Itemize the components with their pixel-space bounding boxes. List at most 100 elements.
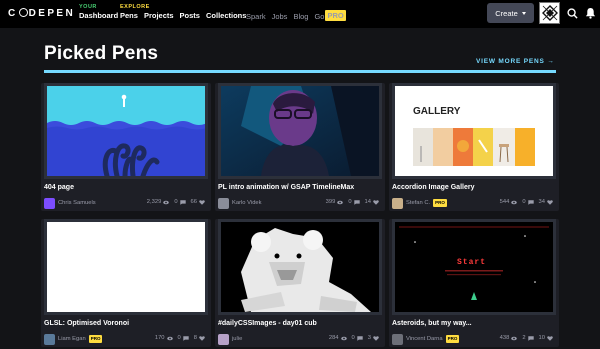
comment-icon[interactable] xyxy=(353,199,360,205)
eye-icon xyxy=(511,336,518,340)
hearts-count: 3 xyxy=(367,335,371,341)
pen-thumbnail[interactable] xyxy=(44,83,208,179)
nav-go-label: Go xyxy=(314,12,325,21)
nav-pens[interactable]: Pens xyxy=(120,11,138,21)
author-avatar[interactable] xyxy=(44,197,55,209)
create-label: Create xyxy=(495,8,518,18)
hearts-count: 10 xyxy=(538,335,545,341)
asteroids-game-icon xyxy=(399,226,549,300)
comments-count: 0 xyxy=(177,335,181,341)
pen-meta: Chris Samuels 2,329 0 66 xyxy=(44,197,208,209)
pen-stats: 2,329 0 66 xyxy=(147,199,208,205)
comments-count: 0 xyxy=(522,199,526,205)
pen-thumbnail[interactable] xyxy=(44,219,208,315)
user-avatar[interactable] xyxy=(539,2,560,24)
create-button[interactable]: Create xyxy=(487,3,534,23)
author-avatar[interactable] xyxy=(218,197,229,209)
hearts-count: 8 xyxy=(193,335,197,341)
pen-stats: 284 0 3 xyxy=(329,335,382,341)
pen-author[interactable]: Stefan C. xyxy=(406,200,430,206)
views-count: 2,329 xyxy=(146,199,162,205)
pen-title[interactable]: Asteroids, but my way... xyxy=(392,320,472,327)
pro-badge: PRO xyxy=(325,10,346,21)
hearts-count: 14 xyxy=(364,199,371,205)
views-count: 170 xyxy=(154,335,165,341)
portrait-photo-icon xyxy=(221,86,379,176)
heart-icon[interactable] xyxy=(547,199,553,205)
pen-title[interactable]: PL intro animation w/ GSAP TimelineMax xyxy=(218,184,354,191)
pen-thumbnail[interactable] xyxy=(218,219,382,315)
comment-icon[interactable] xyxy=(527,335,534,341)
chevron-down-icon xyxy=(521,11,526,15)
nav-dashboard[interactable]: Dashboard xyxy=(79,11,118,21)
pen-author[interactable]: Karlo Videk xyxy=(232,200,262,206)
comment-icon[interactable] xyxy=(183,335,189,341)
heart-icon[interactable] xyxy=(373,335,379,341)
nav-blog[interactable]: Blog xyxy=(293,12,308,22)
pen-author[interactable]: Vincent Darna xyxy=(406,336,443,342)
eye-icon xyxy=(340,336,347,340)
pen-title[interactable]: GLSL: Optimised Voronoi xyxy=(44,320,129,327)
views-count: 438 xyxy=(499,335,510,341)
pen-author[interactable]: julie xyxy=(232,336,242,342)
section-title: Picked Pens xyxy=(44,43,159,64)
eye-icon xyxy=(337,200,344,204)
eye-icon xyxy=(163,200,170,204)
heart-icon[interactable] xyxy=(373,199,379,205)
pen-meta: julie 284 0 3 xyxy=(218,333,382,345)
nav-go[interactable]: Go PRO xyxy=(314,10,346,22)
nav-projects[interactable]: Projects xyxy=(144,11,174,21)
author-avatar[interactable] xyxy=(392,333,403,345)
pen-meta: Liam Egan PRO 170 0 8 xyxy=(44,333,208,345)
author-avatar[interactable] xyxy=(392,197,403,209)
comment-icon[interactable] xyxy=(179,199,186,205)
nav-explore-group: EXPLORE Pens Projects Posts Collections xyxy=(120,4,246,21)
comments-count: 0 xyxy=(174,199,178,205)
logo-text-right: DEPEN xyxy=(28,8,76,19)
pen-thumbnail[interactable]: Start xyxy=(392,219,556,315)
nav-spark[interactable]: Spark xyxy=(246,12,266,22)
bell-icon[interactable] xyxy=(585,7,596,19)
pen-title[interactable]: #dailyCSSImages - day01 cub xyxy=(218,320,317,327)
views-count: 399 xyxy=(325,199,336,205)
explore-label: EXPLORE xyxy=(120,4,150,10)
logo-o-icon xyxy=(18,8,28,17)
octopus-illustration-icon xyxy=(47,86,205,176)
pen-title[interactable]: 404 page xyxy=(44,184,74,191)
avatar-pattern-icon xyxy=(541,5,558,21)
pro-badge: PRO xyxy=(433,199,447,207)
your-label: YOUR xyxy=(79,4,97,10)
secondary-nav: Spark Jobs Blog Go PRO xyxy=(246,10,346,22)
pen-thumbnail[interactable] xyxy=(218,83,382,179)
pen-stats: 544 0 34 xyxy=(500,199,556,205)
view-more-pens-link[interactable]: VIEW MORE PENS → xyxy=(476,58,555,65)
pen-author[interactable]: Liam Egan xyxy=(58,336,86,342)
nav-jobs[interactable]: Jobs xyxy=(272,12,288,22)
pen-stats: 399 0 14 xyxy=(326,199,382,205)
heart-icon[interactable] xyxy=(547,335,553,341)
views-count: 544 xyxy=(499,199,510,205)
gallery-panels-icon xyxy=(413,128,535,166)
eye-icon xyxy=(511,200,518,204)
comments-count: 0 xyxy=(351,335,355,341)
pen-meta: Stefan C. PRO 544 0 34 xyxy=(392,197,556,209)
author-avatar[interactable] xyxy=(44,333,55,345)
heart-icon[interactable] xyxy=(199,199,205,205)
hearts-count: 66 xyxy=(190,199,197,205)
hearts-count: 34 xyxy=(538,199,545,205)
eye-icon xyxy=(166,336,173,340)
comment-icon[interactable] xyxy=(357,335,363,341)
pen-thumbnail[interactable]: GALLERY xyxy=(392,83,556,179)
heart-icon[interactable] xyxy=(199,335,205,341)
pen-author[interactable]: Chris Samuels xyxy=(58,200,96,206)
nav-posts[interactable]: Posts xyxy=(180,11,200,21)
bear-cub-illustration-icon xyxy=(221,222,379,312)
search-icon[interactable] xyxy=(567,8,578,19)
author-avatar[interactable] xyxy=(218,333,229,345)
pen-title[interactable]: Accordion Image Gallery xyxy=(392,184,474,191)
comment-icon[interactable] xyxy=(527,199,534,205)
nav-collections[interactable]: Collections xyxy=(206,11,246,21)
pen-stats: 438 2 10 xyxy=(500,335,556,341)
pen-stats: 170 0 8 xyxy=(155,335,208,341)
codepen-logo[interactable]: C DEPEN xyxy=(8,8,75,19)
